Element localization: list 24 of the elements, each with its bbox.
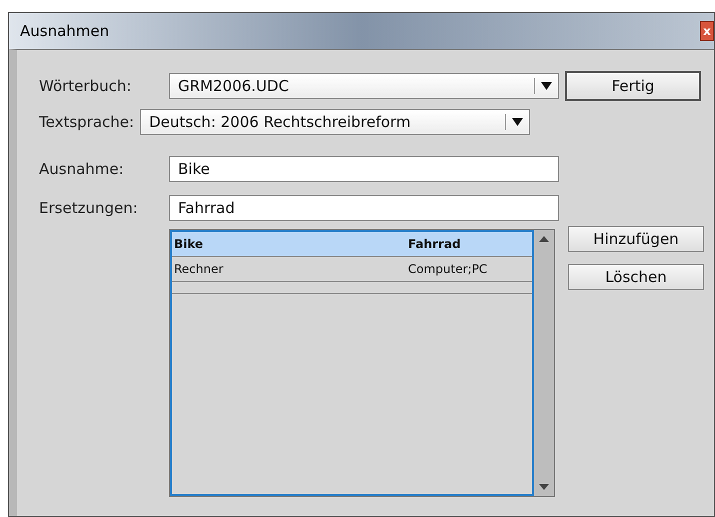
button[interactable]: Hinzufügen	[568, 226, 704, 252]
button[interactable]: Löschen	[568, 264, 704, 290]
scroll-up-icon[interactable]	[539, 236, 549, 242]
field-label: Wörterbuch:	[39, 76, 132, 97]
field-label: Ersetzungen:	[39, 198, 139, 219]
list-cell-text: Bike	[173, 236, 204, 253]
caret-icon	[541, 82, 552, 90]
close-button[interactable]: x	[700, 21, 714, 41]
field-label: Ausnahme:	[39, 158, 125, 180]
dropdown[interactable]: GRM2006.UDC	[169, 73, 559, 99]
input-field[interactable]: Bike	[169, 156, 559, 182]
scrollbar[interactable]	[534, 230, 554, 496]
list-cell-text: Rechner	[173, 261, 224, 278]
list-cell-text: Computer;PC	[408, 261, 488, 278]
button[interactable]: Fertig	[565, 71, 701, 101]
field-label: Textsprache:	[39, 113, 134, 131]
scroll-down-icon[interactable]	[539, 484, 549, 490]
input-field[interactable]: Fahrrad	[169, 195, 559, 221]
list-row[interactable]: Bike Fahrrad	[172, 232, 532, 257]
dropdown[interactable]: Deutsch: 2006 Rechtschreibreform	[140, 109, 530, 135]
list-row[interactable]: Rechner Computer;PC	[172, 257, 532, 282]
list-cell-text: Fahrrad	[408, 236, 461, 253]
caret-icon	[512, 118, 524, 126]
window-title: Ausnahmen	[20, 20, 110, 42]
